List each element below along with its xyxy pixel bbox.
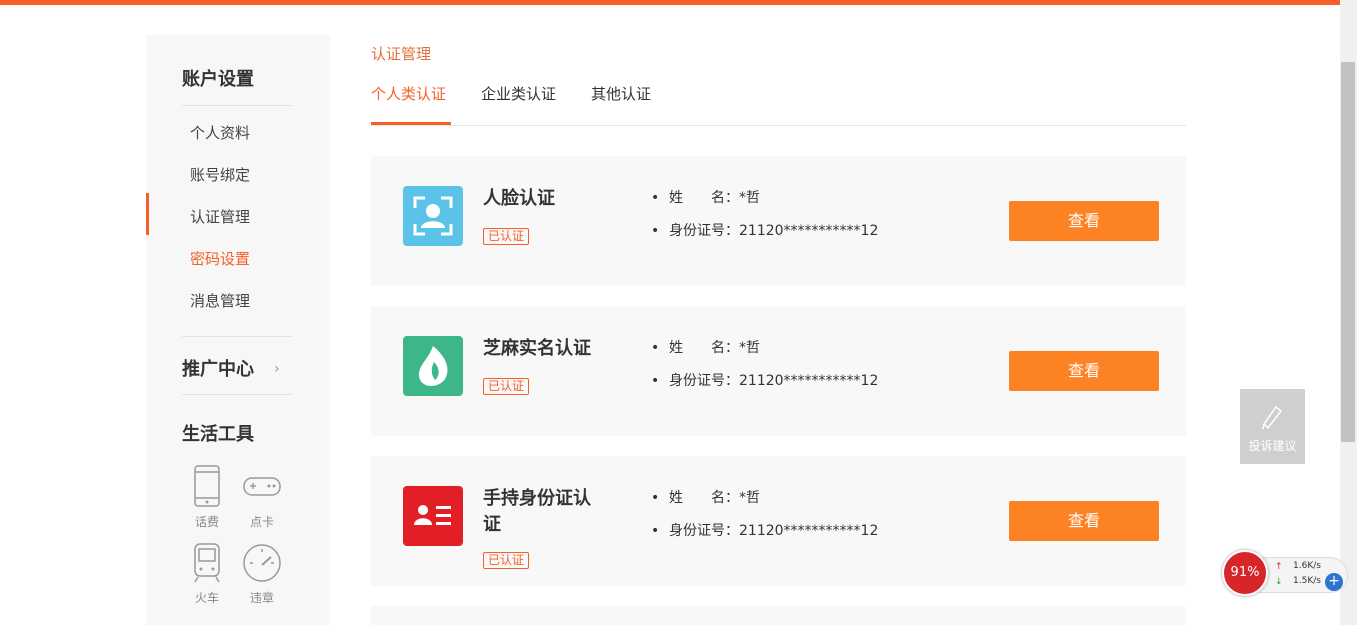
breadcrumb: 认证管理 (371, 45, 432, 63)
sidebar-item-account-binding[interactable]: 账号绑定 (190, 164, 250, 185)
sidebar-promo-title[interactable]: 推广中心 (182, 355, 254, 381)
view-button[interactable]: 查看 (1009, 201, 1159, 241)
verification-card-handheld-id: 手持身份证认证 已认证 • 姓 名：*哲 • 身份证号：21120*********… (371, 456, 1186, 586)
id-label: 身份证号： (669, 523, 739, 539)
sidebar-item-verification[interactable]: 认证管理 (190, 206, 250, 227)
download-arrow-icon: ↓ (1275, 577, 1283, 587)
gamepad-icon (243, 477, 281, 496)
id-value: 21120***********12 (739, 373, 879, 389)
id-value: 21120***********12 (739, 523, 879, 539)
verification-card-face: 人脸认证 已认证 • 姓 名：*哲 • 身份证号：21120***********1… (371, 156, 1186, 286)
sidebar-active-marker (146, 193, 149, 235)
speedometer-icon (243, 544, 281, 582)
card-title: 芝麻实名认证 (483, 338, 591, 359)
status-badge: 已认证 (483, 378, 530, 395)
tool-violation[interactable]: 违章 (239, 543, 285, 606)
phone-icon (194, 465, 220, 507)
network-speed-widget[interactable]: ↑ 1.6K/s ↓ 1.5K/s + 91% (1222, 550, 1349, 596)
name-value: *哲 (739, 190, 760, 206)
download-speed: 1.5K/s (1293, 576, 1321, 586)
card-title: 人脸认证 (483, 188, 555, 209)
tab-other[interactable]: 其他认证 (591, 83, 651, 104)
name-label: 姓 名： (669, 490, 739, 506)
name-label: 姓 名： (669, 190, 739, 206)
sidebar-item-password[interactable]: 密码设置 (190, 248, 250, 269)
id-row: • 身份证号：21120***********12 (651, 373, 879, 389)
chevron-right-icon: › (274, 361, 280, 377)
name-row: • 姓 名：*哲 (651, 190, 760, 206)
tool-train[interactable]: 火车 (184, 543, 230, 606)
verification-card-sesame: 芝麻实名认证 已认证 • 姓 名：*哲 • 身份证号：21120**********… (371, 306, 1186, 436)
divider (182, 394, 293, 395)
status-badge: 已认证 (483, 552, 530, 569)
id-row: • 身份证号：21120***********12 (651, 223, 879, 239)
name-row: • 姓 名：*哲 (651, 340, 760, 356)
id-label: 身份证号： (669, 373, 739, 389)
divider (182, 336, 293, 337)
name-value: *哲 (739, 340, 760, 356)
tab-enterprise[interactable]: 企业类认证 (481, 83, 556, 104)
train-icon (194, 543, 220, 583)
view-button[interactable]: 查看 (1009, 501, 1159, 541)
upload-arrow-icon: ↑ (1275, 562, 1283, 572)
plus-icon[interactable]: + (1325, 573, 1343, 591)
memory-usage-badge[interactable]: 91% (1222, 550, 1268, 596)
sidebar: 账户设置 个人资料 账号绑定 认证管理 密码设置 消息管理 推广中心 › 生活工… (146, 35, 330, 625)
tabs-divider (371, 125, 1186, 126)
id-card-icon (403, 486, 463, 546)
id-value: 21120***********12 (739, 223, 879, 239)
sidebar-item-messages[interactable]: 消息管理 (190, 290, 250, 311)
sidebar-item-profile[interactable]: 个人资料 (190, 122, 250, 143)
tab-personal[interactable]: 个人类认证 (371, 83, 446, 104)
name-label: 姓 名： (669, 340, 739, 356)
tool-game-card[interactable]: 点卡 (239, 475, 285, 530)
top-accent-bar (0, 0, 1340, 5)
view-button[interactable]: 查看 (1009, 351, 1159, 391)
sesame-icon (403, 336, 463, 396)
sidebar-account-title: 账户设置 (182, 69, 254, 90)
id-row: • 身份证号：21120***********12 (651, 523, 879, 539)
verification-card-partial (371, 606, 1186, 625)
upload-speed: 1.6K/s (1293, 561, 1321, 571)
card-title: 手持身份证认证 (483, 488, 591, 535)
divider (182, 105, 293, 106)
sidebar-tools-title: 生活工具 (182, 424, 254, 445)
face-scan-icon (403, 186, 463, 246)
pencil-icon (1261, 405, 1282, 430)
status-badge: 已认证 (483, 228, 530, 245)
feedback-button[interactable]: 投诉建议 (1240, 389, 1305, 464)
name-row: • 姓 名：*哲 (651, 490, 760, 506)
name-value: *哲 (739, 490, 760, 506)
id-label: 身份证号： (669, 223, 739, 239)
scrollbar-thumb[interactable] (1341, 62, 1355, 442)
feedback-label: 投诉建议 (1248, 439, 1297, 453)
tool-phone-bill[interactable]: 话费 (184, 465, 230, 530)
